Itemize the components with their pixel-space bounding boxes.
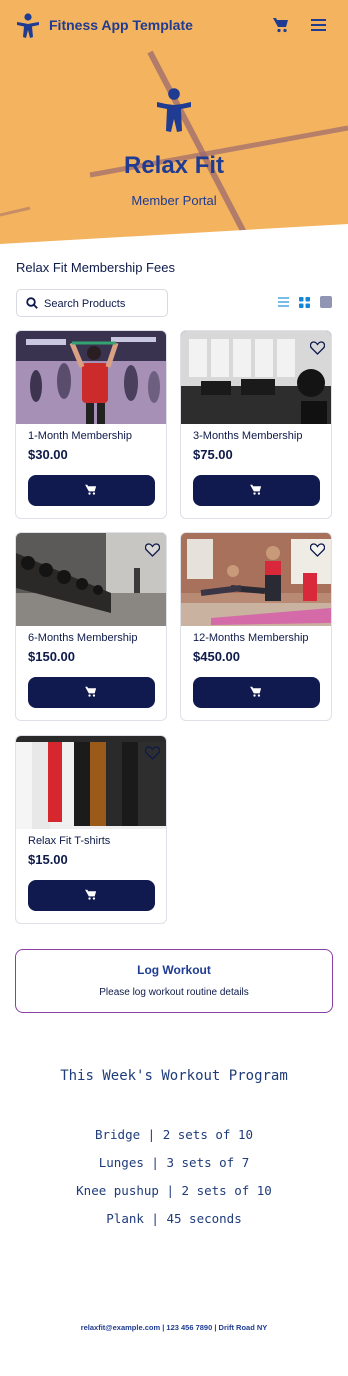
hero-subtitle: Member Portal	[131, 193, 217, 208]
product-price: $30.00	[28, 447, 68, 462]
favorite-heart-icon[interactable]	[310, 543, 325, 557]
add-to-cart-button[interactable]	[193, 475, 320, 506]
grid-view-icon[interactable]	[299, 297, 310, 308]
products-heading: Relax Fit Membership Fees	[16, 260, 175, 275]
product-card[interactable]: 3-Months Membership $75.00	[180, 330, 332, 519]
cart-icon[interactable]	[273, 17, 289, 33]
product-card[interactable]: 1-Month Membership $30.00	[15, 330, 167, 519]
product-price: $75.00	[193, 447, 233, 462]
product-image-group-fitness[interactable]	[16, 331, 166, 424]
favorite-heart-icon[interactable]	[145, 543, 160, 557]
favorite-heart-icon[interactable]	[145, 746, 160, 760]
workout-program-list: Bridge | 2 sets of 10 Lunges | 3 sets of…	[0, 1127, 348, 1239]
product-name: 1-Month Membership	[28, 430, 132, 442]
log-workout-description: Please log workout routine details	[99, 987, 249, 998]
person-hero-icon	[157, 88, 191, 132]
product-price: $15.00	[28, 852, 68, 867]
add-to-cart-button[interactable]	[28, 677, 155, 708]
workout-item: Lunges | 3 sets of 7	[98, 1155, 250, 1170]
hero-bottom-edge	[0, 224, 348, 244]
product-price: $150.00	[28, 649, 75, 664]
single-view-icon[interactable]	[320, 296, 332, 308]
log-workout-card[interactable]: Log Workout Please log workout routine d…	[15, 949, 333, 1013]
product-image-gym-treadmills[interactable]	[181, 331, 331, 424]
product-image-dumbbell-rack[interactable]	[16, 533, 166, 626]
log-workout-title: Log Workout	[137, 963, 211, 977]
app-title[interactable]: Fitness App Template	[49, 17, 193, 33]
search-box[interactable]	[16, 289, 168, 317]
product-card[interactable]: 6-Months Membership $150.00	[15, 532, 167, 721]
product-name: 12-Months Membership	[193, 632, 309, 644]
product-price: $450.00	[193, 649, 240, 664]
favorite-heart-icon[interactable]	[310, 341, 325, 355]
workout-item: Plank | 45 seconds	[106, 1211, 242, 1226]
list-view-icon[interactable]	[278, 297, 289, 307]
search-input[interactable]	[44, 295, 162, 312]
footer-contact: relaxfit@example.com | 123 456 7890 | Dr…	[80, 1323, 268, 1332]
product-image-mat-exercise[interactable]	[181, 533, 331, 626]
hero-banner: Fitness App Template Relax Fit Member Po…	[0, 0, 348, 244]
product-name: Relax Fit T-shirts	[28, 835, 111, 847]
cart-icon	[85, 484, 97, 495]
product-card[interactable]: 12-Months Membership $450.00	[180, 532, 332, 721]
workout-item: Knee pushup | 2 sets of 10	[76, 1183, 272, 1198]
add-to-cart-button[interactable]	[193, 677, 320, 708]
hero-title: Relax Fit	[123, 152, 225, 179]
top-navigation-bar: Fitness App Template	[0, 0, 348, 52]
workout-item: Bridge | 2 sets of 10	[94, 1127, 254, 1142]
product-name: 6-Months Membership	[28, 632, 138, 644]
cart-icon	[250, 484, 262, 495]
product-name: 3-Months Membership	[193, 430, 303, 442]
product-image-tshirts[interactable]	[16, 736, 166, 829]
cart-icon	[250, 686, 262, 697]
workout-program-title: This Week's Workout Program	[60, 1068, 288, 1084]
add-to-cart-button[interactable]	[28, 880, 155, 911]
cart-icon	[85, 889, 97, 900]
person-logo-icon[interactable]	[16, 13, 40, 39]
product-card[interactable]: Relax Fit T-shirts $15.00	[15, 735, 167, 924]
add-to-cart-button[interactable]	[28, 475, 155, 506]
hamburger-menu-icon[interactable]	[311, 18, 326, 32]
cart-icon	[85, 686, 97, 697]
search-icon	[26, 297, 38, 309]
